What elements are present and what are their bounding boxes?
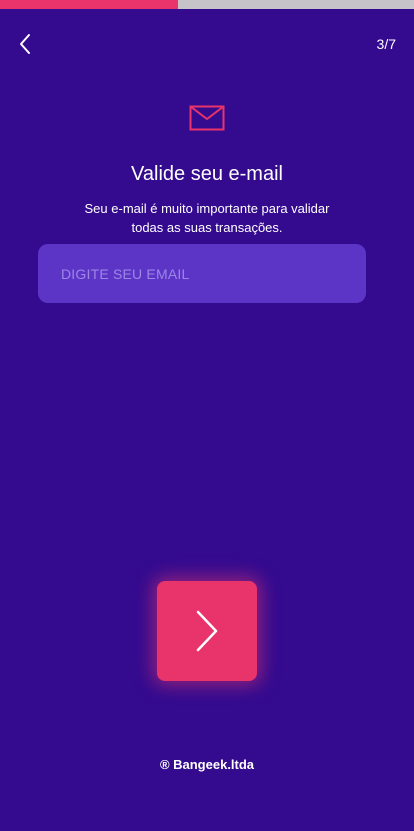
back-button[interactable] [12,31,38,57]
email-field[interactable] [38,244,366,303]
progress-bar [0,0,414,9]
page-title: Valide seu e-mail [131,163,283,185]
chevron-right-icon [196,610,218,652]
chevron-left-icon [20,34,30,54]
page-subtitle: Seu e-mail é muito importante para valid… [84,201,330,235]
progress-bar-fill [0,0,179,9]
step-counter: 3/7 [376,36,396,52]
brand-footer: ® Bangeek.ltda [159,757,255,772]
envelope-icon [189,105,225,131]
next-button[interactable] [157,581,257,681]
